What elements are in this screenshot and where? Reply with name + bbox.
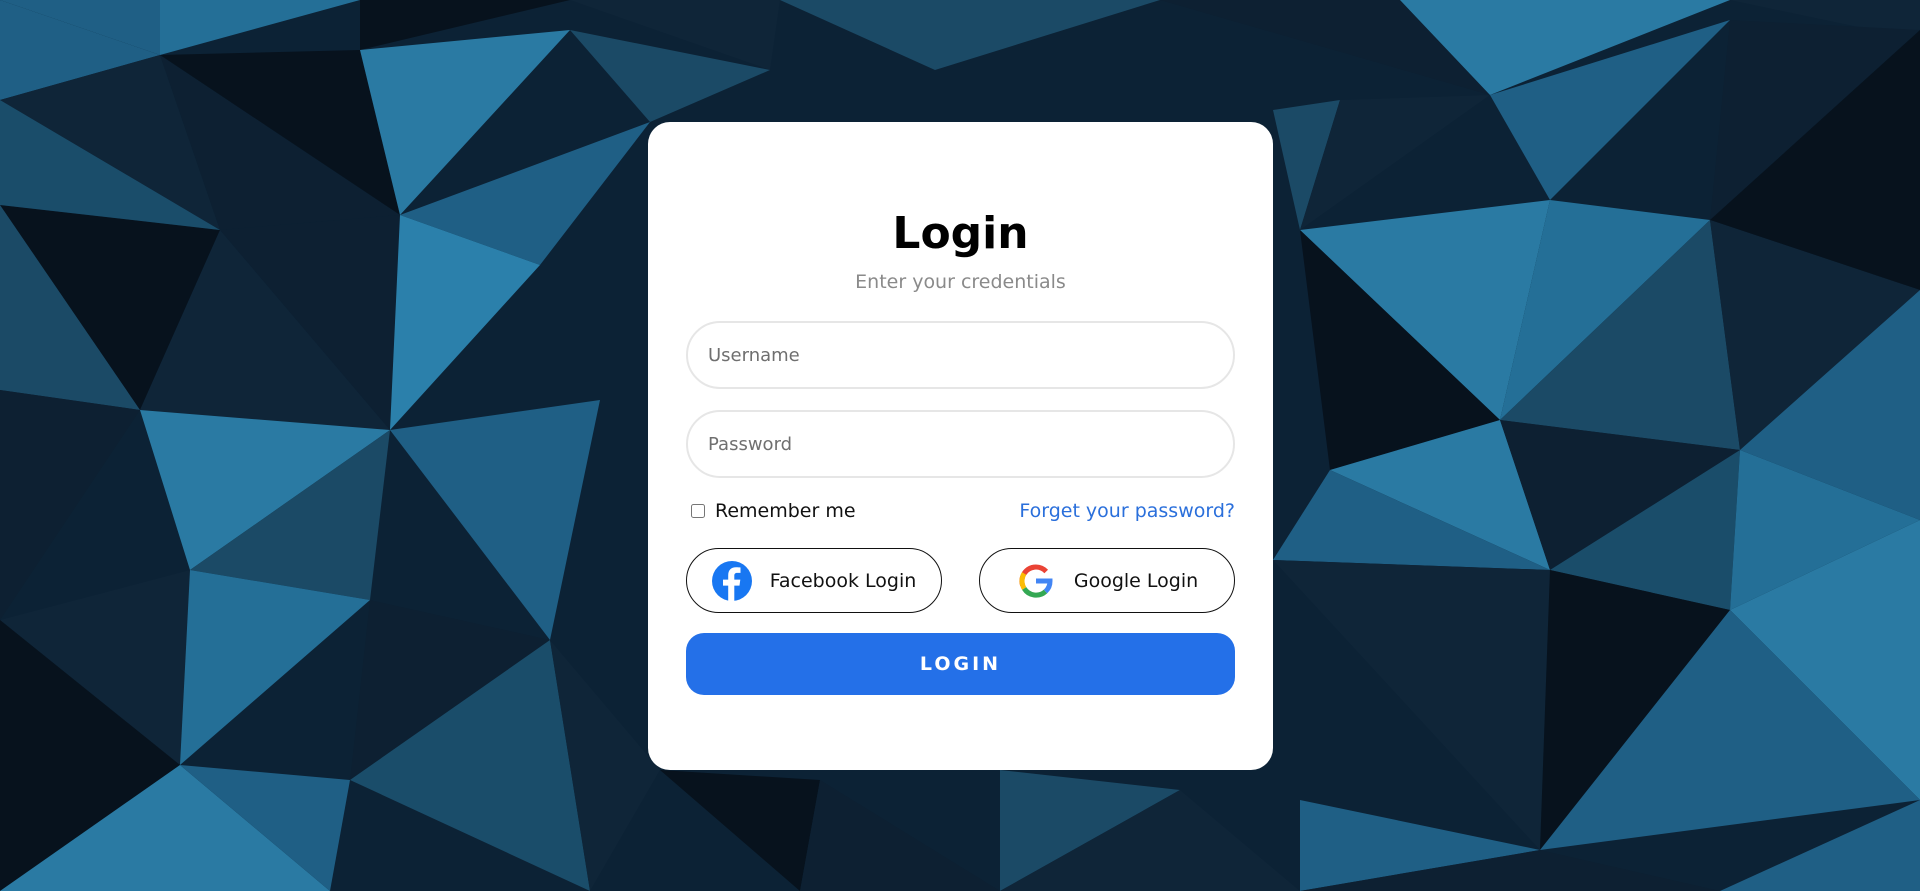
google-login-button[interactable]: Google Login [979,548,1235,613]
login-options-row: Remember me Forget your password? [686,498,1235,524]
remember-me[interactable]: Remember me [686,500,856,522]
username-input[interactable] [686,321,1235,389]
remember-me-checkbox[interactable] [691,504,705,518]
login-card: Login Enter your credentials Remember me… [648,122,1273,770]
remember-me-label: Remember me [715,500,856,522]
page-title: Login [892,208,1029,259]
password-input[interactable] [686,410,1235,478]
social-login-row: Facebook Login Google Login [686,548,1235,613]
page-subtitle: Enter your credentials [855,271,1066,293]
forgot-password-link[interactable]: Forget your password? [1019,500,1235,522]
facebook-login-button[interactable]: Facebook Login [686,548,942,613]
facebook-icon [711,560,752,601]
google-login-label: Google Login [1073,569,1199,592]
google-icon [1016,561,1056,601]
facebook-login-label: Facebook Login [769,569,917,592]
login-button[interactable]: LOGIN [686,633,1235,695]
